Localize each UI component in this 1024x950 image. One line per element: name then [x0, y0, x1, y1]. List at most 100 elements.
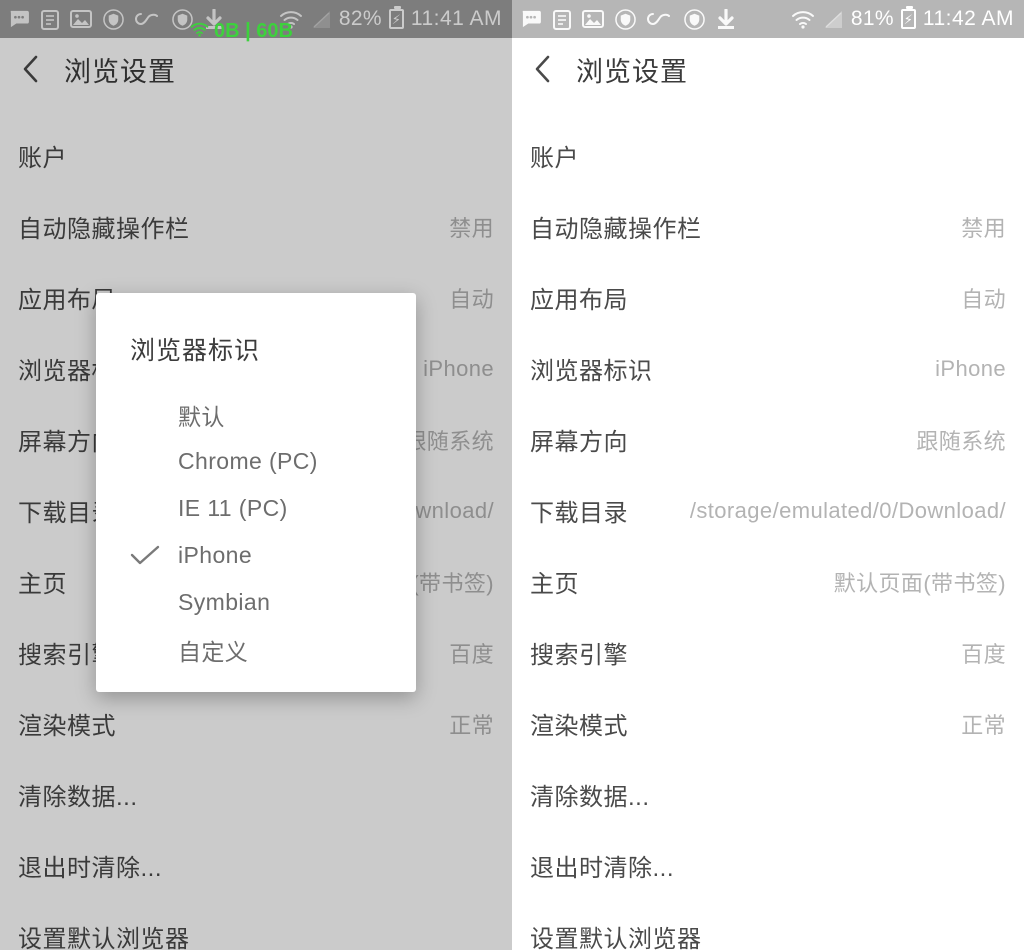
message-icon: [520, 10, 542, 28]
dialog-option-label: Symbian: [178, 589, 271, 615]
charging-bolt-icon: ⚡: [903, 11, 913, 27]
clock-label: 11:41 AM: [410, 7, 502, 30]
image-icon: [70, 9, 92, 29]
list-item[interactable]: 下载目录 /storage/emulated/0/Download/: [530, 475, 1006, 546]
checkmark-slot: [130, 496, 164, 522]
checkmark-slot: [130, 402, 164, 428]
list-item[interactable]: 清除数据...: [530, 759, 1006, 830]
list-item-label: 浏览器标识: [530, 358, 653, 385]
list-item[interactable]: 退出时清除...: [530, 830, 1006, 901]
app-bar: 浏览设置: [0, 38, 512, 100]
dialog-title: 浏览器标识: [130, 337, 261, 365]
back-chevron-icon[interactable]: [18, 55, 44, 83]
list-item[interactable]: 退出时清除...: [18, 830, 494, 901]
list-item-label: 主页: [18, 571, 67, 598]
left-panel: 82% ⚡ 11:41 AM 浏览设置 账户 自动隐藏操作栏 禁用 应用布局 自…: [0, 0, 512, 950]
status-bar-system-icons: 82% ⚡ 11:41 AM: [279, 6, 502, 31]
list-item-value: 自动: [449, 286, 494, 312]
status-bar: 81% ⚡ 11:42 AM: [512, 0, 1024, 38]
list-item-label: 账户: [18, 145, 67, 172]
charging-bolt-icon: ⚡: [391, 11, 401, 27]
list-item-label: 下载目录: [530, 500, 628, 527]
cellular-signal-icon: [822, 10, 844, 29]
list-item[interactable]: 浏览器标识 iPhone: [530, 333, 1006, 404]
list-item-value: 禁用: [449, 215, 494, 241]
shield-icon: [103, 8, 124, 30]
dialog-option-default[interactable]: 默认: [96, 391, 416, 438]
list-item-value: 跟随系统: [404, 428, 494, 454]
dialog-option-chrome-pc[interactable]: Chrome (PC): [96, 438, 416, 485]
list-item[interactable]: 自动隐藏操作栏 禁用: [18, 191, 494, 262]
clock-label: 11:42 AM: [922, 7, 1014, 30]
list-item-value: 百度: [961, 641, 1006, 667]
list-item[interactable]: 账户: [530, 120, 1006, 191]
list-item-value: iPhone: [423, 355, 494, 381]
list-item[interactable]: 清除数据...: [18, 759, 494, 830]
list-item-value: iPhone: [935, 355, 1006, 381]
status-bar: 82% ⚡ 11:41 AM: [0, 0, 512, 38]
wifi-icon: [279, 10, 303, 29]
dialog-option-label: iPhone: [178, 542, 253, 568]
wifi-icon: [791, 10, 815, 29]
list-item-label: 清除数据...: [530, 784, 650, 811]
list-item-value: 跟随系统: [916, 428, 1006, 454]
list-item-label: 设置默认浏览器: [18, 926, 190, 950]
list-item[interactable]: 渲染模式 正常: [18, 688, 494, 759]
cellular-signal-icon: [310, 10, 332, 29]
checkmark-slot: [130, 449, 164, 475]
list-item[interactable]: 应用布局 自动: [530, 262, 1006, 333]
list-item-label: 搜索引擎: [530, 642, 628, 669]
list-item[interactable]: 渲染模式 正常: [530, 688, 1006, 759]
app-bar: 浏览设置: [512, 38, 1024, 100]
list-item-value: 默认页面(带书签): [833, 570, 1006, 596]
list-item[interactable]: 搜索引擎 百度: [530, 617, 1006, 688]
right-panel: 81% ⚡ 11:42 AM 浏览设置 0B | 100B 账户 自动隐藏操作栏: [512, 0, 1024, 950]
list-item-label: 自动隐藏操作栏: [530, 216, 702, 243]
back-chevron-icon[interactable]: [530, 55, 556, 83]
checkmark-slot: [130, 637, 164, 663]
list-item-label: 账户: [530, 145, 579, 172]
list-item[interactable]: 设置默认浏览器: [18, 901, 494, 950]
list-item-label: 应用布局: [530, 287, 628, 314]
list-item-value: 禁用: [961, 215, 1006, 241]
dialog-option-custom[interactable]: 自定义: [96, 626, 416, 673]
list-item[interactable]: 屏幕方向 跟随系统: [530, 404, 1006, 475]
dialog-option-symbian[interactable]: Symbian: [96, 579, 416, 626]
page-title: 浏览设置: [576, 56, 688, 87]
status-bar-notification-icons: [520, 8, 791, 30]
list-item-label: 渲染模式: [530, 713, 628, 740]
infinity-icon: [135, 11, 161, 27]
battery-percent-label: 81%: [850, 7, 894, 30]
dialog-option-label: IE 11 (PC): [178, 495, 288, 521]
list-item-value: /storage/emulated/0/Download/: [689, 497, 1006, 523]
dialog-option-list: 默认 Chrome (PC) IE 11 (PC) iPhone Symbian…: [96, 391, 416, 673]
download-icon: [204, 8, 224, 30]
dialog-option-iphone[interactable]: iPhone: [96, 532, 416, 579]
list-item-value: 自动: [961, 286, 1006, 312]
list-item[interactable]: 账户: [18, 120, 494, 191]
status-bar-notification-icons: [8, 8, 279, 30]
settings-list: 账户 自动隐藏操作栏 禁用 应用布局 自动 浏览器标识 iPhone 屏幕方向 …: [512, 120, 1024, 950]
page-title: 浏览设置: [64, 56, 176, 87]
list-item-label: 退出时清除...: [18, 855, 163, 882]
list-item-label: 渲染模式: [18, 713, 116, 740]
list-item[interactable]: 主页 默认页面(带书签): [530, 546, 1006, 617]
shield-icon: [615, 8, 636, 30]
clipboard-icon: [553, 9, 571, 30]
list-item[interactable]: 自动隐藏操作栏 禁用: [530, 191, 1006, 262]
dialog-option-label: 默认: [178, 403, 225, 430]
battery-percent-label: 82%: [338, 7, 382, 30]
infinity-icon: [647, 11, 673, 27]
image-icon: [582, 9, 604, 29]
download-icon: [716, 8, 736, 30]
list-item-label: 设置默认浏览器: [530, 926, 702, 950]
list-item-label: 退出时清除...: [530, 855, 675, 882]
user-agent-dialog[interactable]: 浏览器标识 默认 Chrome (PC) IE 11 (PC) iPhone S…: [96, 293, 416, 692]
list-item-value: 正常: [449, 712, 494, 738]
list-item[interactable]: 设置默认浏览器: [530, 901, 1006, 950]
dialog-option-label: 自定义: [178, 638, 249, 665]
dialog-option-ie11-pc[interactable]: IE 11 (PC): [96, 485, 416, 532]
list-item-value: 正常: [961, 712, 1006, 738]
message-icon: [8, 10, 30, 28]
shield-alt-icon: [684, 8, 705, 30]
